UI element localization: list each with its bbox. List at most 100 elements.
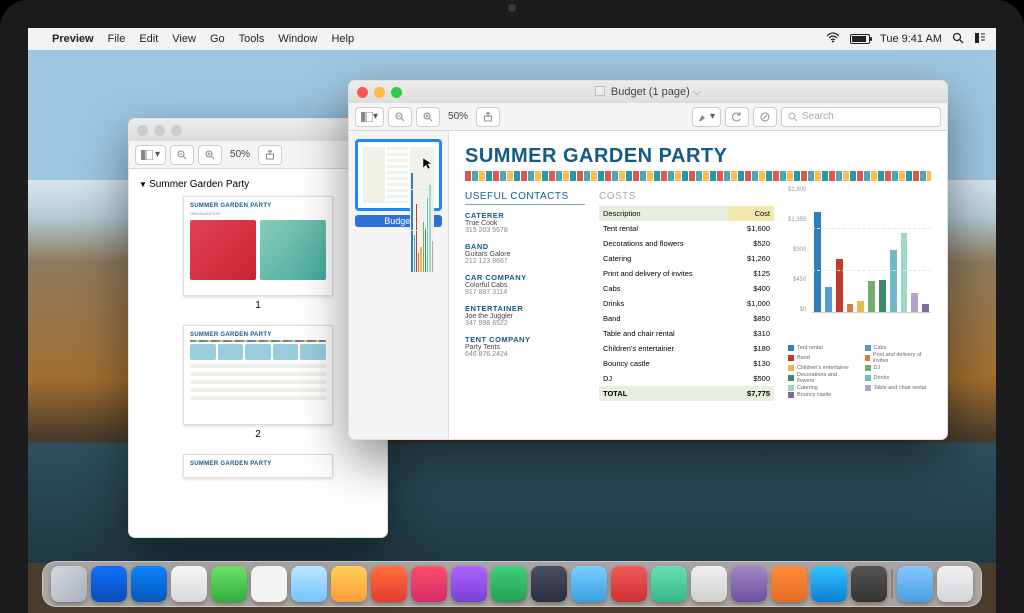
menu-help[interactable]: Help: [331, 33, 354, 45]
zoom-in-button[interactable]: [198, 145, 222, 165]
menu-go[interactable]: Go: [210, 33, 225, 45]
legend-item: Tent rental: [788, 345, 855, 351]
zoom-in-button[interactable]: [416, 107, 440, 127]
doc-title: SUMMER GARDEN PARTY: [465, 145, 931, 168]
zoom-out-button[interactable]: [388, 107, 412, 127]
chart-bar: [847, 304, 854, 312]
costs-row: Bouncy castle$130: [599, 356, 774, 371]
dock-separator: [891, 569, 893, 599]
page-thumbnail-3[interactable]: SUMMER GARDEN PARTY: [183, 454, 333, 478]
page-thumbnail-selected[interactable]: [355, 139, 442, 211]
dock-app[interactable]: [171, 566, 207, 602]
chart-bar: [911, 293, 918, 312]
dock-app[interactable]: [937, 566, 973, 602]
sidebar-title[interactable]: Summer Garden Party: [139, 179, 381, 190]
dock-app[interactable]: [451, 566, 487, 602]
webcam: [508, 4, 516, 12]
document-canvas[interactable]: SUMMER GARDEN PARTY USEFUL CONTACTS CATE…: [449, 131, 947, 439]
page-number-2: 2: [135, 429, 381, 440]
chart-bar: [814, 212, 821, 312]
share-button[interactable]: [258, 145, 282, 165]
menu-edit[interactable]: Edit: [139, 33, 158, 45]
contacts-heading: USEFUL CONTACTS: [465, 191, 585, 205]
zoom-level: 50%: [444, 111, 472, 122]
dock-app[interactable]: [731, 566, 767, 602]
chart-bar: [890, 250, 897, 313]
page-thumbnail-1[interactable]: SUMMER GARDEN PARTY ORGANIZATION: [183, 196, 333, 296]
close-button[interactable]: [137, 125, 148, 136]
dock-app[interactable]: [91, 566, 127, 602]
highlight-button[interactable]: ▾: [692, 107, 721, 127]
costs-row: DJ$500: [599, 371, 774, 386]
menu-tools[interactable]: Tools: [239, 33, 265, 45]
share-button[interactable]: [476, 107, 500, 127]
legend-item: Decorations and flowers: [788, 372, 855, 384]
legend-item: Catering: [788, 385, 855, 391]
dock-app[interactable]: [131, 566, 167, 602]
dock-app[interactable]: [331, 566, 367, 602]
chart-bar: [879, 280, 886, 313]
dock-app[interactable]: [771, 566, 807, 602]
chart-bar: [825, 287, 832, 312]
dock-app[interactable]: [211, 566, 247, 602]
preview-window-front[interactable]: Budget (1 page) ⌵ ▾ 50% ▾: [348, 80, 948, 440]
search-placeholder: Search: [802, 111, 834, 122]
dock-app[interactable]: [691, 566, 727, 602]
app-menu[interactable]: Preview: [52, 33, 94, 45]
legend-item: Band: [788, 352, 855, 364]
rotate-button[interactable]: [725, 107, 749, 127]
dock-app[interactable]: [491, 566, 527, 602]
legend-item: DJ: [865, 365, 932, 371]
dock-app[interactable]: [611, 566, 647, 602]
dock-app[interactable]: [531, 566, 567, 602]
zoom-button[interactable]: [171, 125, 182, 136]
dock-app[interactable]: [651, 566, 687, 602]
spotlight-icon[interactable]: [952, 32, 964, 47]
costs-row: Cabs$400: [599, 281, 774, 296]
costs-row: Print and delivery of invites$125: [599, 266, 774, 281]
costs-header-cost: Cost: [728, 206, 774, 221]
dock-app[interactable]: [51, 566, 87, 602]
menu-window[interactable]: Window: [278, 33, 317, 45]
window-title: Budget (1 page) ⌵: [595, 86, 701, 99]
battery-icon[interactable]: [850, 34, 870, 44]
search-field[interactable]: Search: [781, 107, 941, 127]
wifi-icon[interactable]: [826, 32, 840, 46]
costs-heading: COSTS: [599, 191, 774, 202]
minimize-button[interactable]: [374, 87, 385, 98]
legend-item: Bouncy castle: [788, 392, 855, 398]
sidebar-toggle[interactable]: ▾: [135, 145, 166, 165]
menu-view[interactable]: View: [172, 33, 196, 45]
zoom-button[interactable]: [391, 87, 402, 98]
legend-item: Print and delivery of invites: [865, 352, 932, 364]
chart-bar: [868, 281, 875, 312]
dock[interactable]: [42, 561, 982, 607]
costs-row: Table and chair rental$310: [599, 326, 774, 341]
minimize-button[interactable]: [154, 125, 165, 136]
dock-app[interactable]: [897, 566, 933, 602]
page-thumbnail-2[interactable]: SUMMER GARDEN PARTY: [183, 325, 333, 425]
dock-app[interactable]: [411, 566, 447, 602]
contact-block: ENTERTAINERJoe the Juggler347 998 6522: [465, 304, 585, 327]
zoom-level: 50%: [226, 149, 254, 160]
close-button[interactable]: [357, 87, 368, 98]
titlebar[interactable]: Budget (1 page) ⌵: [349, 81, 947, 103]
menu-file[interactable]: File: [108, 33, 126, 45]
notification-center-icon[interactable]: [974, 32, 986, 47]
chart-legend: Tent rentalCabsBandPrint and delivery of…: [788, 345, 931, 398]
dock-app[interactable]: [571, 566, 607, 602]
legend-item: Table and chair rental: [865, 385, 932, 391]
zoom-out-button[interactable]: [170, 145, 194, 165]
sidebar-toggle[interactable]: ▾: [355, 107, 384, 127]
markup-button[interactable]: [753, 107, 777, 127]
dock-app[interactable]: [811, 566, 847, 602]
clock[interactable]: Tue 9:41 AM: [880, 33, 942, 45]
legend-item: Children's entertainer: [788, 365, 855, 371]
contact-block: TENT COMPANYParty Tents646 876 2424: [465, 335, 585, 358]
chart-bar: [901, 233, 908, 312]
dock-app[interactable]: [291, 566, 327, 602]
dock-app[interactable]: [371, 566, 407, 602]
dock-app[interactable]: [251, 566, 287, 602]
chart-bar: [857, 301, 864, 312]
dock-app[interactable]: [851, 566, 887, 602]
